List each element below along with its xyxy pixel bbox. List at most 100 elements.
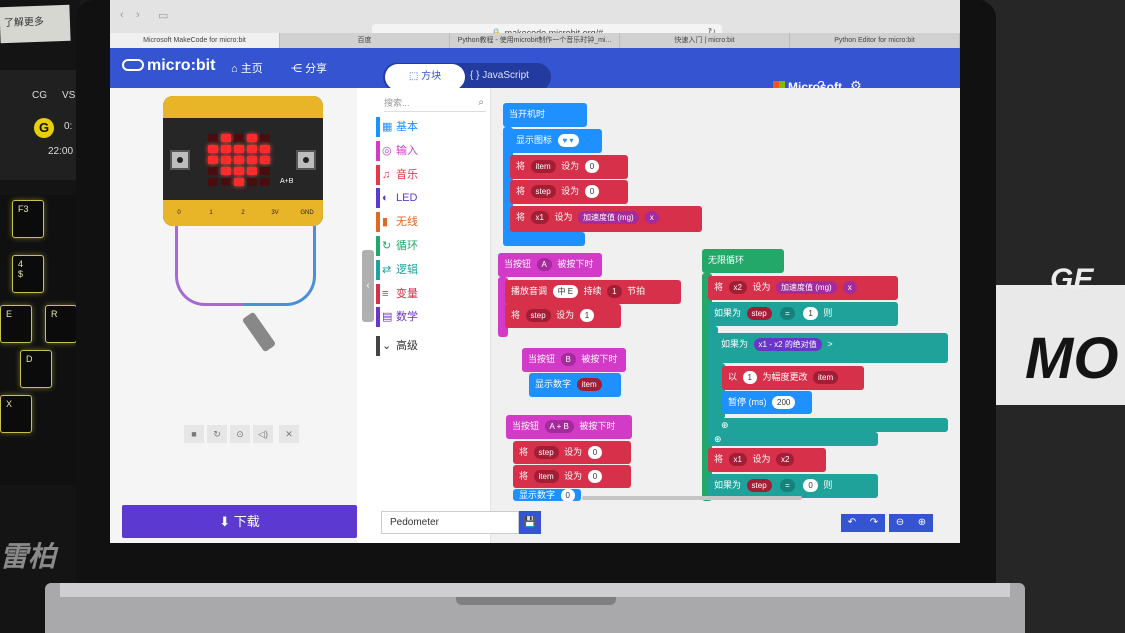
if-step-zero-block[interactable]: 如果为 step = 0 则 xyxy=(708,474,878,498)
show-number-zero-block[interactable]: 显示数字 0 xyxy=(513,489,581,501)
if-step-foot: ⊕ xyxy=(708,432,878,446)
signal-icon: ▮ xyxy=(382,216,389,229)
forward-icon[interactable]: › xyxy=(136,9,150,22)
if-abs-foot: ⊕ xyxy=(715,418,948,432)
led-0-4 xyxy=(260,134,270,142)
score-label: 0: xyxy=(64,121,73,132)
tab-quickstart[interactable]: 快速入门 | micro:bit xyxy=(620,33,790,48)
search-icon: ⌕ xyxy=(478,97,484,108)
tab-python-editor[interactable]: Python Editor for micro:bit xyxy=(790,33,960,48)
show-icon-block[interactable]: 显示图标 ♥ ▾ xyxy=(510,129,602,153)
set-step-zero-block[interactable]: 将 step 设为 0 xyxy=(513,441,631,464)
pin-2[interactable]: 2 xyxy=(235,210,251,216)
category-label: 数学 xyxy=(396,311,418,324)
undo-icon[interactable]: ↶ xyxy=(841,514,863,532)
led-matrix xyxy=(208,134,274,189)
change-item-block[interactable]: 以 1 为幅度更改 item xyxy=(722,366,864,390)
back-icon[interactable]: ‹ xyxy=(120,9,134,22)
cg-label: CG xyxy=(32,90,47,101)
project-name-input[interactable]: Pedometer xyxy=(381,511,519,534)
on-start-foot xyxy=(503,232,585,246)
stop-icon[interactable]: ■ xyxy=(184,425,204,443)
led-0-2 xyxy=(234,134,244,142)
on-button-b-block[interactable]: 当按钮 B 被按下时 xyxy=(522,348,626,372)
category-1[interactable]: ◎ 输入 xyxy=(376,140,491,161)
category-label: 高级 xyxy=(396,340,418,353)
on-start-block[interactable]: 当开机时 xyxy=(503,103,587,127)
tab-baidu[interactable]: 百度 xyxy=(280,33,450,48)
set-x2-block[interactable]: 将 x2 设为 加速度值 (mg) x xyxy=(708,276,898,300)
laptop-lip xyxy=(60,583,1010,597)
share-button[interactable]: ⋲ 分享 xyxy=(291,60,327,76)
zoom-out-icon[interactable]: ⊖ xyxy=(889,514,911,532)
set-item-block[interactable]: 将 item 设为 0 xyxy=(510,155,628,179)
category-6[interactable]: ⇄ 逻辑 xyxy=(376,259,491,280)
set-step-one-block[interactable]: 将 step 设为 1 xyxy=(505,304,621,328)
category-7[interactable]: ≡ 变量 xyxy=(376,283,491,304)
category-8[interactable]: ▤ 数学 xyxy=(376,307,491,328)
home-button[interactable]: ⌂ 主页 xyxy=(231,60,263,76)
workspace-scrollbar[interactable] xyxy=(582,496,802,500)
play-tone-block[interactable]: 播放音调 中 E 持续 1 节拍 xyxy=(505,280,681,304)
category-color-bar xyxy=(376,259,380,280)
led-0-0 xyxy=(208,134,218,142)
download-icon: ⬇ xyxy=(219,514,234,529)
mute-icon[interactable]: ◁) xyxy=(253,425,273,443)
set-x1-from-x2-block[interactable]: 将 x1 设为 x2 xyxy=(708,448,826,472)
led-3-1 xyxy=(221,167,231,175)
collapse-simulator-button[interactable]: ‹ xyxy=(362,250,374,322)
restart-icon[interactable]: ↻ xyxy=(207,425,227,443)
category-3[interactable]: ◐ LED xyxy=(376,188,491,209)
led-1-4 xyxy=(260,145,270,153)
tab-makecode[interactable]: Microsoft MakeCode for micro:bit xyxy=(110,33,280,48)
set-item-zero-block[interactable]: 将 item 设为 0 xyxy=(513,465,631,488)
on-button-a-block[interactable]: 当按钮 A 被按下时 xyxy=(498,253,602,277)
heart-icon[interactable]: ♥ ▾ xyxy=(557,134,579,147)
save-icon[interactable]: 💾 xyxy=(519,511,541,534)
led-2-3 xyxy=(247,156,257,164)
sidebar-icon[interactable]: ▭ xyxy=(158,9,172,22)
category-0[interactable]: ▦ 基本 xyxy=(376,117,491,137)
forever-block[interactable]: 无限循环 xyxy=(702,249,784,273)
category-color-bar xyxy=(376,212,380,233)
download-button[interactable]: ⬇ 下载 xyxy=(122,505,357,538)
led-3-2 xyxy=(234,167,244,175)
fullscreen-icon[interactable]: ✕ xyxy=(279,425,299,443)
category-9[interactable]: ⌄ 高级 xyxy=(376,336,491,357)
category-color-bar xyxy=(376,140,380,161)
set-x1-block[interactable]: 将 x1 设为 加速度值 (mg) x xyxy=(510,206,702,232)
zoom-in-icon[interactable]: ⊕ xyxy=(911,514,933,532)
button-b[interactable] xyxy=(296,150,316,170)
keyboard: F3 4 $ E R D X xyxy=(0,195,77,485)
show-number-block[interactable]: 显示数字 item xyxy=(529,373,621,397)
if-abs-block[interactable]: 如果为 x1 - x2 的绝对值 > xyxy=(715,333,948,363)
category-4[interactable]: ▮ 无线 xyxy=(376,212,491,233)
pause-block[interactable]: 暂停 (ms) 200 xyxy=(722,391,812,414)
button-a[interactable] xyxy=(170,150,190,170)
pin-0[interactable]: 0 xyxy=(171,210,187,216)
led-4-1 xyxy=(221,178,231,186)
key-r: R xyxy=(45,305,77,343)
pin-1[interactable]: 1 xyxy=(203,210,219,216)
led-1-3 xyxy=(247,145,257,153)
category-label: 变量 xyxy=(396,287,418,300)
box-text-top: GE xyxy=(1050,263,1094,296)
category-2[interactable]: ♫ 音乐 xyxy=(376,164,491,185)
on-button-ab-block[interactable]: 当按钮 A + B 被按下时 xyxy=(506,415,632,439)
redo-icon[interactable]: ↷ xyxy=(863,514,885,532)
blocks-tab[interactable]: ⬚ 方块 xyxy=(385,64,465,90)
led-2-2 xyxy=(234,156,244,164)
javascript-tab[interactable]: { } JavaScript xyxy=(470,70,529,81)
slowmo-icon[interactable]: ⊙ xyxy=(230,425,250,443)
search-input[interactable]: 搜索... ⌕ xyxy=(384,96,486,112)
add-else-icon-2[interactable]: ⊕ xyxy=(714,434,722,444)
ab-label[interactable]: A+B xyxy=(280,178,293,185)
microbit-logo[interactable]: micro:bit xyxy=(122,57,215,75)
tab-python-tutorial[interactable]: Python教程 - 使用microbit制作一个音乐时钟_mi... xyxy=(450,33,620,48)
add-else-icon[interactable]: ⊕ xyxy=(721,420,729,430)
if-step-block[interactable]: 如果为 step = 1 则 xyxy=(708,302,898,326)
time-label: 22:00 xyxy=(48,146,74,157)
led-2-1 xyxy=(221,156,231,164)
set-step-block[interactable]: 将 step 设为 0 xyxy=(510,180,628,204)
category-5[interactable]: ↻ 循环 xyxy=(376,236,491,256)
